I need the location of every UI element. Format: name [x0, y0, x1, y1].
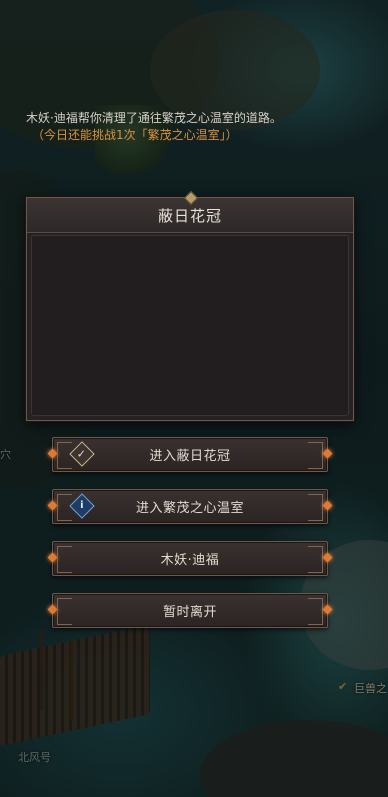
- event-dialog: 蔽日花冠: [26, 190, 354, 421]
- option-label: 进入繁茂之心温室: [135, 501, 244, 516]
- enter-crown-button[interactable]: ✓ 进入蔽日花冠: [52, 437, 328, 472]
- button-cap: [308, 442, 323, 469]
- info-diamond-icon: i: [69, 493, 95, 519]
- dialog-header: 蔽日花冠: [27, 190, 353, 233]
- button-cap: [57, 598, 72, 625]
- leave-button[interactable]: 暂时离开: [52, 593, 328, 628]
- button-cap: [308, 598, 323, 625]
- button-cap: [57, 442, 72, 469]
- talk-to-difu-button[interactable]: 木妖·迪福: [52, 541, 328, 576]
- button-cap: [57, 494, 72, 521]
- dialog-body: [31, 235, 349, 416]
- option-label: 进入蔽日花冠: [149, 449, 231, 464]
- enter-greenhouse-button[interactable]: i 进入繁茂之心温室: [52, 489, 328, 524]
- button-cap: [57, 546, 72, 573]
- dialog-message-text: 木妖·迪福帮你清理了通往繁茂之心温室的道路。: [26, 111, 282, 125]
- dialog-message: 木妖·迪福帮你清理了通往繁茂之心温室的道路。 （今日还能挑战1次「繁茂之心温室」…: [26, 110, 316, 144]
- checkmark-diamond-icon: ✓: [69, 441, 95, 467]
- option-label: 木妖·迪福: [160, 553, 220, 568]
- dialog-attempts-note: （今日还能挑战1次「繁茂之心温室」）: [32, 128, 238, 142]
- dialog-title: 蔽日花冠: [157, 206, 222, 225]
- option-label: 暂时离开: [162, 605, 217, 620]
- button-cap: [308, 494, 323, 521]
- button-cap: [308, 546, 323, 573]
